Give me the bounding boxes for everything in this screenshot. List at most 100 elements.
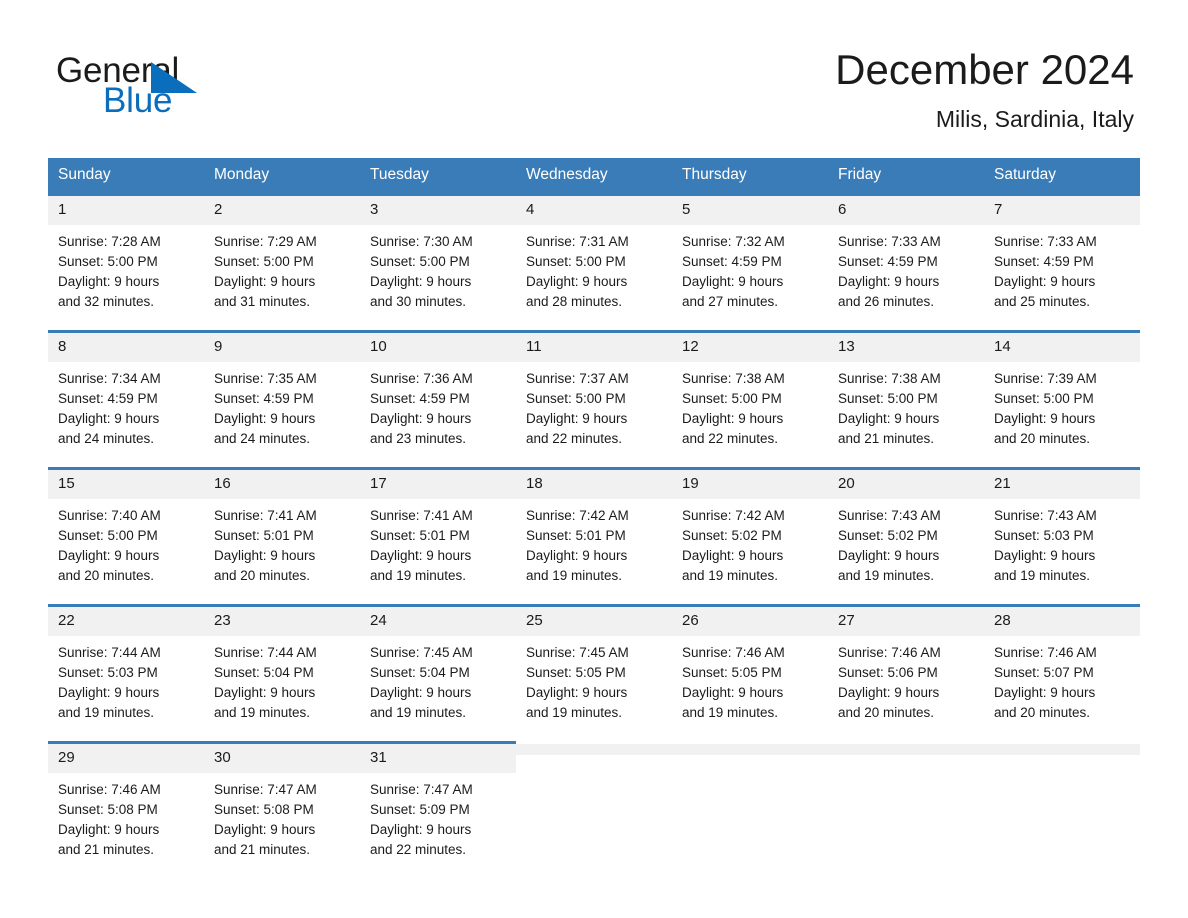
day-number: 20 (828, 470, 984, 499)
daylight-duration-line2: and 19 minutes. (838, 568, 935, 583)
sunset-time: Sunset: 5:00 PM (994, 391, 1094, 406)
day-details: Sunrise: 7:42 AM Sunset: 5:02 PM Daylight:… (672, 499, 828, 586)
sunset-time: Sunset: 5:08 PM (58, 802, 158, 817)
day-details: Sunrise: 7:43 AM Sunset: 5:02 PM Daylight:… (828, 499, 984, 586)
day-details: Sunrise: 7:46 AM Sunset: 5:08 PM Daylight:… (48, 773, 204, 860)
calendar-day-cell[interactable]: 1 Sunrise: 7:28 AM Sunset: 5:00 PM Daylight… (48, 193, 204, 312)
sunrise-time: Sunrise: 7:42 AM (526, 508, 629, 523)
calendar-day-cell[interactable]: 30 Sunrise: 7:47 AM Sunset: 5:08 PM Dayligh… (204, 741, 360, 860)
daylight-duration-line1: Daylight: 9 hours (370, 274, 472, 289)
week-spacer (48, 723, 1140, 743)
calendar-day-cell[interactable]: 17 Sunrise: 7:41 AM Sunset: 5:01 PM Dayligh… (360, 467, 516, 586)
day-number: 29 (48, 744, 204, 773)
sunset-time: Sunset: 5:07 PM (994, 665, 1094, 680)
sunset-time: Sunset: 5:03 PM (58, 665, 158, 680)
daylight-duration-line2: and 23 minutes. (370, 431, 467, 446)
calendar-day-cell[interactable]: 23 Sunrise: 7:44 AM Sunset: 5:04 PM Dayligh… (204, 604, 360, 723)
calendar-day-cell[interactable]: 2 Sunrise: 7:29 AM Sunset: 5:00 PM Daylight… (204, 193, 360, 312)
day-number: 21 (984, 470, 1140, 499)
calendar-day-cell[interactable]: 25 Sunrise: 7:45 AM Sunset: 5:05 PM Dayligh… (516, 604, 672, 723)
daylight-duration-line2: and 22 minutes. (370, 842, 467, 857)
calendar-week-row: 22 Sunrise: 7:44 AM Sunset: 5:03 PM Dayligh… (48, 604, 1140, 723)
calendar-day-cell[interactable]: 15 Sunrise: 7:40 AM Sunset: 5:00 PM Dayligh… (48, 467, 204, 586)
daylight-duration-line1: Daylight: 9 hours (370, 548, 472, 563)
calendar-day-cell[interactable]: 29 Sunrise: 7:46 AM Sunset: 5:08 PM Dayligh… (48, 741, 204, 860)
calendar-day-cell[interactable]: 10 Sunrise: 7:36 AM Sunset: 4:59 PM Dayligh… (360, 330, 516, 449)
calendar-week-row: 29 Sunrise: 7:46 AM Sunset: 5:08 PM Dayligh… (48, 741, 1140, 860)
daylight-duration-line2: and 21 minutes. (214, 842, 311, 857)
sunrise-time: Sunrise: 7:46 AM (838, 645, 941, 660)
daylight-duration-line2: and 24 minutes. (214, 431, 311, 446)
calendar-day-cell[interactable]: 26 Sunrise: 7:46 AM Sunset: 5:05 PM Dayligh… (672, 604, 828, 723)
sunrise-time: Sunrise: 7:41 AM (370, 508, 473, 523)
daylight-duration-line2: and 19 minutes. (682, 705, 779, 720)
daylight-duration-line1: Daylight: 9 hours (214, 822, 316, 837)
calendar-day-cell[interactable]: 12 Sunrise: 7:38 AM Sunset: 5:00 PM Dayligh… (672, 330, 828, 449)
calendar-day-cell[interactable]: 18 Sunrise: 7:42 AM Sunset: 5:01 PM Dayligh… (516, 467, 672, 586)
calendar-day-cell[interactable]: 22 Sunrise: 7:44 AM Sunset: 5:03 PM Dayligh… (48, 604, 204, 723)
day-number: 23 (204, 607, 360, 636)
day-details: Sunrise: 7:42 AM Sunset: 5:01 PM Daylight:… (516, 499, 672, 586)
daylight-duration-line1: Daylight: 9 hours (370, 411, 472, 426)
day-details: Sunrise: 7:35 AM Sunset: 4:59 PM Daylight:… (204, 362, 360, 449)
day-details: Sunrise: 7:47 AM Sunset: 5:08 PM Daylight:… (204, 773, 360, 860)
day-details: Sunrise: 7:40 AM Sunset: 5:00 PM Daylight:… (48, 499, 204, 586)
sunrise-time: Sunrise: 7:34 AM (58, 371, 161, 386)
day-number: 18 (516, 470, 672, 499)
calendar-day-cell[interactable]: 16 Sunrise: 7:41 AM Sunset: 5:01 PM Dayligh… (204, 467, 360, 586)
day-details: Sunrise: 7:44 AM Sunset: 5:04 PM Daylight:… (204, 636, 360, 723)
calendar-day-cell[interactable]: 7 Sunrise: 7:33 AM Sunset: 4:59 PM Daylight… (984, 193, 1140, 312)
day-number (984, 744, 1140, 755)
day-number: 31 (360, 744, 516, 773)
brand-logo[interactable]: General Blue (56, 52, 316, 124)
daylight-duration-line2: and 27 minutes. (682, 294, 779, 309)
calendar-day-cell[interactable]: 24 Sunrise: 7:45 AM Sunset: 5:04 PM Dayligh… (360, 604, 516, 723)
calendar-day-cell[interactable]: 28 Sunrise: 7:46 AM Sunset: 5:07 PM Dayligh… (984, 604, 1140, 723)
day-number: 26 (672, 607, 828, 636)
daylight-duration-line2: and 19 minutes. (994, 568, 1091, 583)
daylight-duration-line2: and 24 minutes. (58, 431, 155, 446)
week-spacer (48, 449, 1140, 469)
daylight-duration-line1: Daylight: 9 hours (682, 274, 784, 289)
calendar-table: Sunday Monday Tuesday Wednesday Thursday… (48, 158, 1140, 860)
calendar-day-cell[interactable]: 19 Sunrise: 7:42 AM Sunset: 5:02 PM Dayligh… (672, 467, 828, 586)
sunrise-time: Sunrise: 7:45 AM (370, 645, 473, 660)
calendar-day-cell[interactable]: 20 Sunrise: 7:43 AM Sunset: 5:02 PM Dayligh… (828, 467, 984, 586)
sunrise-time: Sunrise: 7:39 AM (994, 371, 1097, 386)
sunrise-time: Sunrise: 7:31 AM (526, 234, 629, 249)
day-details: Sunrise: 7:46 AM Sunset: 5:06 PM Daylight:… (828, 636, 984, 723)
sunrise-time: Sunrise: 7:29 AM (214, 234, 317, 249)
calendar-day-cell[interactable]: 21 Sunrise: 7:43 AM Sunset: 5:03 PM Dayligh… (984, 467, 1140, 586)
day-details: Sunrise: 7:47 AM Sunset: 5:09 PM Daylight:… (360, 773, 516, 860)
calendar-day-cell[interactable]: 11 Sunrise: 7:37 AM Sunset: 5:00 PM Dayligh… (516, 330, 672, 449)
day-details: Sunrise: 7:41 AM Sunset: 5:01 PM Daylight:… (204, 499, 360, 586)
calendar-day-cell[interactable]: 13 Sunrise: 7:38 AM Sunset: 5:00 PM Dayligh… (828, 330, 984, 449)
sunrise-time: Sunrise: 7:37 AM (526, 371, 629, 386)
sunset-time: Sunset: 5:03 PM (994, 528, 1094, 543)
daylight-duration-line1: Daylight: 9 hours (58, 822, 160, 837)
calendar-day-cell[interactable]: 27 Sunrise: 7:46 AM Sunset: 5:06 PM Dayligh… (828, 604, 984, 723)
calendar-day-cell[interactable]: 3 Sunrise: 7:30 AM Sunset: 5:00 PM Daylight… (360, 193, 516, 312)
calendar-day-cell[interactable]: 14 Sunrise: 7:39 AM Sunset: 5:00 PM Dayligh… (984, 330, 1140, 449)
day-number: 22 (48, 607, 204, 636)
day-number: 9 (204, 333, 360, 362)
calendar-day-cell[interactable]: 6 Sunrise: 7:33 AM Sunset: 4:59 PM Daylight… (828, 193, 984, 312)
daylight-duration-line2: and 20 minutes. (214, 568, 311, 583)
calendar-day-cell[interactable]: 4 Sunrise: 7:31 AM Sunset: 5:00 PM Daylight… (516, 193, 672, 312)
week-spacer (48, 586, 1140, 606)
sunset-time: Sunset: 4:59 PM (838, 254, 938, 269)
calendar-day-cell[interactable]: 31 Sunrise: 7:47 AM Sunset: 5:09 PM Dayligh… (360, 741, 516, 860)
sunset-time: Sunset: 5:08 PM (214, 802, 314, 817)
daylight-duration-line2: and 19 minutes. (526, 568, 623, 583)
daylight-duration-line1: Daylight: 9 hours (838, 548, 940, 563)
day-details: Sunrise: 7:38 AM Sunset: 5:00 PM Daylight:… (672, 362, 828, 449)
day-number: 5 (672, 196, 828, 225)
day-number: 28 (984, 607, 1140, 636)
day-details: Sunrise: 7:37 AM Sunset: 5:00 PM Daylight:… (516, 362, 672, 449)
daylight-duration-line1: Daylight: 9 hours (526, 274, 628, 289)
calendar-empty-cell (672, 741, 828, 860)
calendar-day-cell[interactable]: 9 Sunrise: 7:35 AM Sunset: 4:59 PM Daylight… (204, 330, 360, 449)
calendar-empty-cell (828, 741, 984, 860)
calendar-day-cell[interactable]: 8 Sunrise: 7:34 AM Sunset: 4:59 PM Daylight… (48, 330, 204, 449)
calendar-day-cell[interactable]: 5 Sunrise: 7:32 AM Sunset: 4:59 PM Daylight… (672, 193, 828, 312)
